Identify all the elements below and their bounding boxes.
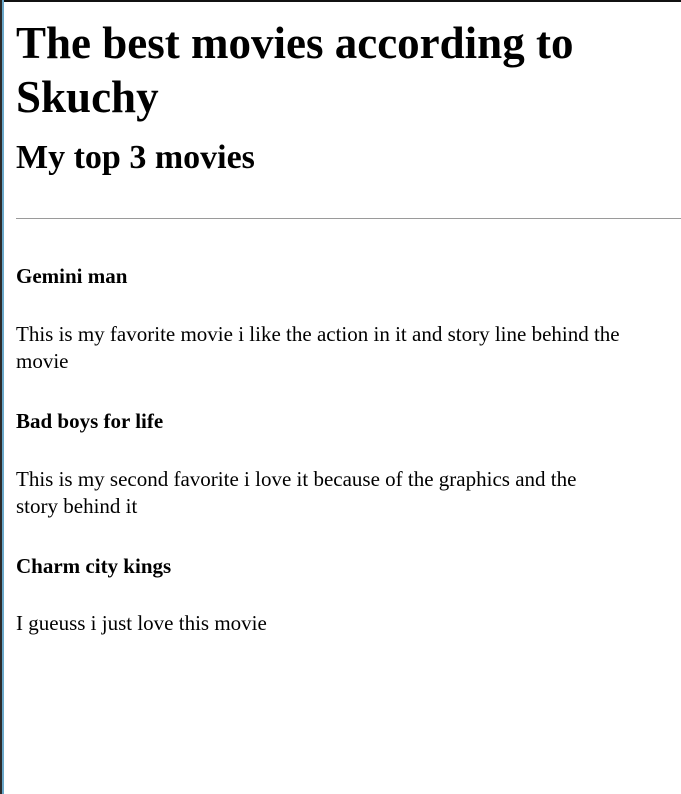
movie-description-1: This is my favorite movie i like the act…	[16, 321, 681, 375]
movie-title-2: Bad boys for life	[16, 409, 164, 433]
movie-description-3: I gueuss i just love this movie	[16, 610, 681, 637]
window-left-accent	[2, 0, 4, 794]
movie-description-2: This is my second favorite i love it bec…	[16, 466, 681, 520]
page-subtitle: My top 3 movies	[16, 139, 255, 176]
page-title: The best movies according to Skuchy	[16, 18, 574, 122]
movie-description-1-line-2: movie	[16, 349, 69, 373]
movie-title-1: Gemini man	[16, 264, 128, 288]
movie-description-1-line-1: This is my favorite movie i like the act…	[16, 322, 620, 346]
movie-description-2-line-1: This is my second favorite i love it bec…	[16, 467, 577, 491]
movie-description-3-line-1: I gueuss i just love this movie	[16, 611, 267, 635]
movie-title-3: Charm city kings	[16, 554, 172, 578]
page-content: The best movies according to Skuchy My t…	[16, 0, 681, 635]
section-divider	[16, 218, 681, 219]
movie-description-2-line-2: story behind it	[16, 494, 138, 518]
